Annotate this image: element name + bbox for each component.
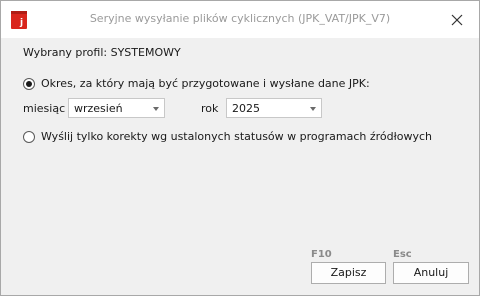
radio-period-label[interactable]: Okres, za który mają być przygotowane i … [41, 77, 370, 90]
radio-period[interactable] [23, 78, 35, 90]
radio-corrections[interactable] [23, 131, 35, 143]
chevron-down-icon[interactable] [153, 107, 159, 111]
save-hotkey: F10 [311, 249, 332, 260]
save-button[interactable]: Zapisz [311, 262, 386, 284]
close-icon[interactable] [447, 10, 467, 30]
radio-corrections-label[interactable]: Wyślij tylko korekty wg ustalonych statu… [41, 130, 432, 143]
cancel-button[interactable]: Anuluj [393, 262, 469, 284]
month-label: miesiąc [23, 102, 66, 115]
year-select[interactable]: 2025 [226, 98, 322, 118]
year-label: rok [201, 102, 219, 115]
cancel-hotkey: Esc [393, 249, 412, 260]
month-select[interactable]: wrzesień [68, 98, 165, 118]
month-value: wrzesień [74, 102, 123, 115]
title-bar: j Seryjne wysyłanie plików cyklicznych (… [1, 1, 479, 38]
dialog-content: Wybrany profil: SYSTEMOWY Okres, za któr… [1, 38, 479, 295]
window-title: Seryjne wysyłanie plików cyklicznych (JP… [89, 12, 391, 25]
selected-profile-label: Wybrany profil: SYSTEMOWY [23, 46, 181, 59]
year-value: 2025 [232, 102, 260, 115]
chevron-down-icon[interactable] [310, 107, 316, 111]
dialog-window: j Seryjne wysyłanie plików cyklicznych (… [0, 0, 480, 296]
